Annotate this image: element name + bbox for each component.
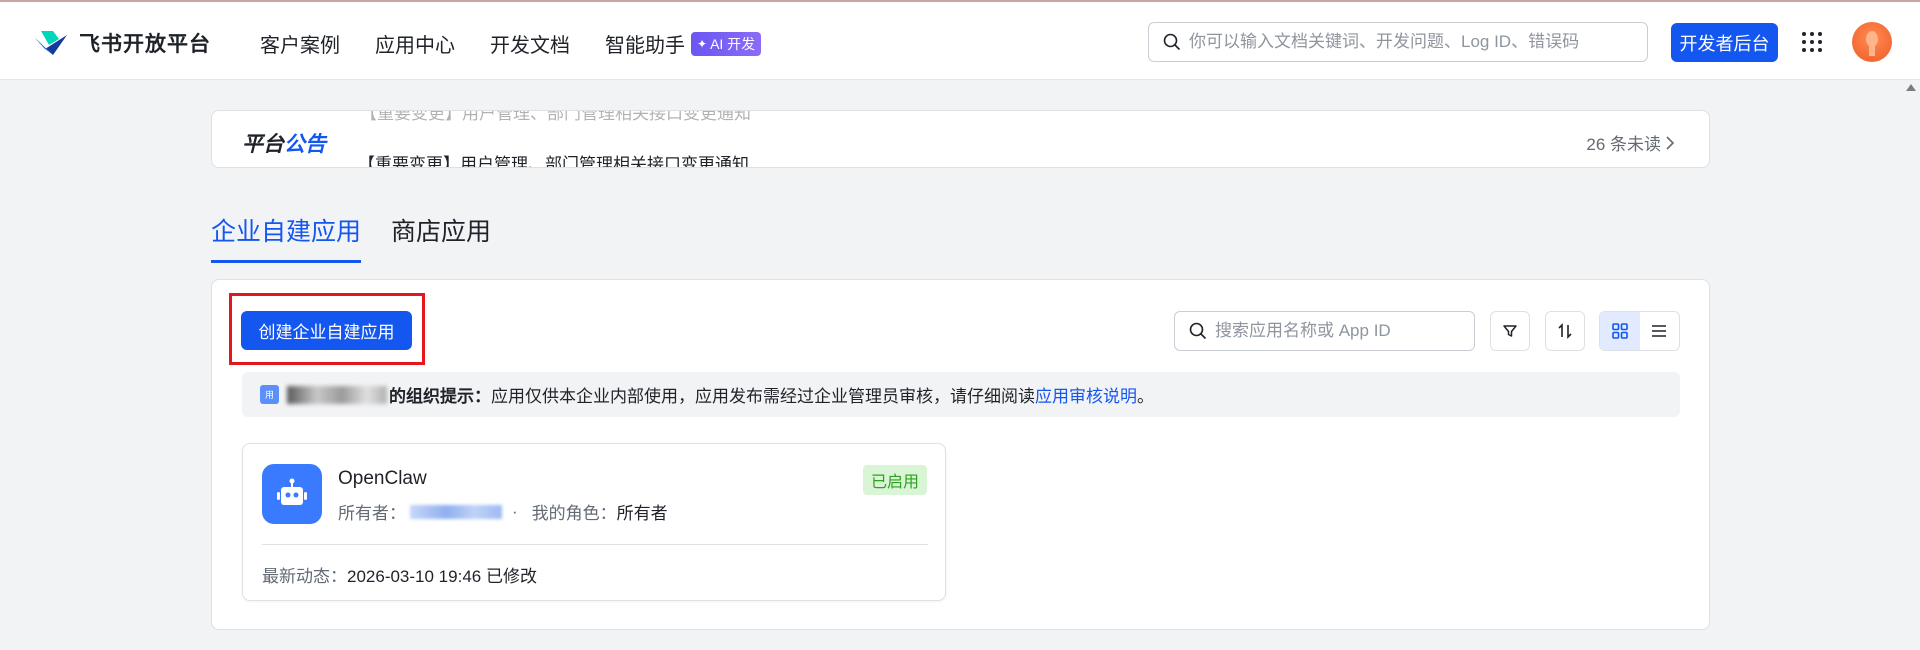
sort-button[interactable] — [1545, 311, 1585, 351]
list-view-button[interactable] — [1640, 312, 1680, 350]
card-view-button[interactable] — [1600, 312, 1640, 350]
app-card-openclaw[interactable]: OpenClaw 已启用 所有者： · 我的角色： 所有者 最新动态：2026-… — [242, 443, 946, 601]
announcement-previous-item: 【重要变更】用户管理、部门管理相关接口变更通知 — [360, 110, 751, 123]
main-nav: 客户案例 应用中心 开发文档 智能助手 ✦ AI 开发 — [260, 29, 762, 58]
page-scrollbar[interactable] — [1902, 80, 1920, 650]
tab-store-apps[interactable]: 商店应用 — [391, 212, 491, 263]
status-badge: 已启用 — [862, 465, 927, 495]
role-value: 所有者 — [616, 504, 668, 523]
meta-separator: · — [512, 501, 518, 521]
org-icon: 用 — [260, 385, 279, 404]
announcement-item[interactable]: 【重要变更】用户管理、部门管理相关接口变更通知 — [358, 150, 749, 167]
app-name: OpenClaw — [338, 468, 427, 489]
hint-text: 应用仅供本企业内部使用，应用发布需经过企业管理员审核，请仔细阅读 — [491, 387, 1035, 406]
latest-label: 最新动态： — [262, 567, 347, 586]
developer-console-button[interactable]: 开发者后台 — [1671, 23, 1778, 62]
sparkle-icon: ✦ — [697, 36, 708, 51]
feishu-logo[interactable]: 飞书开放平台 — [33, 28, 211, 58]
card-view-icon — [1611, 323, 1628, 339]
grid-menu-icon[interactable] — [1800, 30, 1824, 54]
announcement-title-part2: 公告 — [284, 133, 326, 156]
app-search-input[interactable] — [1215, 321, 1455, 341]
filter-button[interactable] — [1490, 311, 1530, 351]
avatar-person-icon — [1866, 31, 1878, 56]
search-icon — [1163, 33, 1181, 51]
hint-title: 的组织提示： — [389, 387, 491, 406]
latest-activity: 最新动态：2026-03-10 19:46 已修改 — [262, 562, 537, 587]
nav-smart-assistant-label: 智能助手 — [605, 35, 685, 57]
unread-count: 26 条未读 — [1586, 135, 1661, 154]
filter-icon — [1503, 325, 1517, 337]
announcement-title-part1: 平台 — [242, 133, 284, 156]
ai-dev-badge-label: AI 开发 — [710, 35, 756, 52]
view-mode-toggle — [1599, 311, 1680, 351]
card-divider — [262, 544, 928, 545]
scroll-up-arrow-icon[interactable] — [1906, 84, 1916, 91]
nav-dev-docs[interactable]: 开发文档 — [490, 29, 570, 58]
app-list-panel: 创建企业自建应用 搜索应用名称或 App ID 用 的组织提示： 应用仅供本企业… — [211, 279, 1710, 630]
organization-hint: 用 的组织提示： 应用仅供本企业内部使用，应用发布需经过企业管理员审核，请仔细阅… — [242, 372, 1680, 417]
platform-announcement: 平台公告 【重要变更】用户管理、部门管理相关接口变更通知 【重要变更】用户管理、… — [211, 110, 1710, 168]
role-label: 我的角色： — [531, 504, 617, 523]
unread-announcements-link[interactable]: 26 条未读 — [1586, 130, 1675, 155]
nav-customer-cases[interactable]: 客户案例 — [260, 29, 340, 58]
global-search-input[interactable] — [1189, 32, 1629, 52]
list-view-icon — [1652, 325, 1667, 337]
nav-smart-assistant[interactable]: 智能助手 ✦ AI 开发 — [605, 29, 762, 58]
top-navigation-bar: 飞书开放平台 客户案例 应用中心 开发文档 智能助手 ✦ AI 开发 开发者后台 — [0, 0, 1920, 80]
sort-icon — [1558, 323, 1572, 339]
app-meta: 所有者： · 我的角色： 所有者 — [338, 499, 668, 524]
create-enterprise-app-button[interactable]: 创建企业自建应用 — [241, 311, 412, 350]
latest-value: 2026-03-10 19:46 已修改 — [347, 567, 537, 586]
app-icon — [262, 464, 322, 524]
nav-app-center[interactable]: 应用中心 — [375, 29, 455, 58]
app-type-tabs: 企业自建应用 商店应用 — [211, 212, 521, 263]
app-search-box[interactable] — [1174, 311, 1475, 351]
robot-icon — [277, 478, 307, 505]
hint-end: 。 — [1137, 387, 1154, 406]
user-avatar[interactable] — [1852, 22, 1892, 62]
owner-label: 所有者： — [338, 504, 406, 523]
blurred-org-name — [287, 385, 387, 404]
ai-dev-badge: ✦ AI 开发 — [691, 31, 762, 56]
search-icon — [1189, 322, 1207, 340]
global-search-box[interactable] — [1148, 22, 1648, 62]
feishu-bird-icon — [35, 31, 67, 55]
chevron-right-icon — [1666, 135, 1675, 150]
blurred-owner-name — [410, 504, 502, 519]
platform-name: 飞书开放平台 — [79, 33, 211, 56]
tab-enterprise-apps[interactable]: 企业自建应用 — [211, 212, 362, 263]
announcement-title: 平台公告 — [242, 128, 326, 158]
review-guide-link[interactable]: 应用审核说明 — [1035, 382, 1137, 407]
